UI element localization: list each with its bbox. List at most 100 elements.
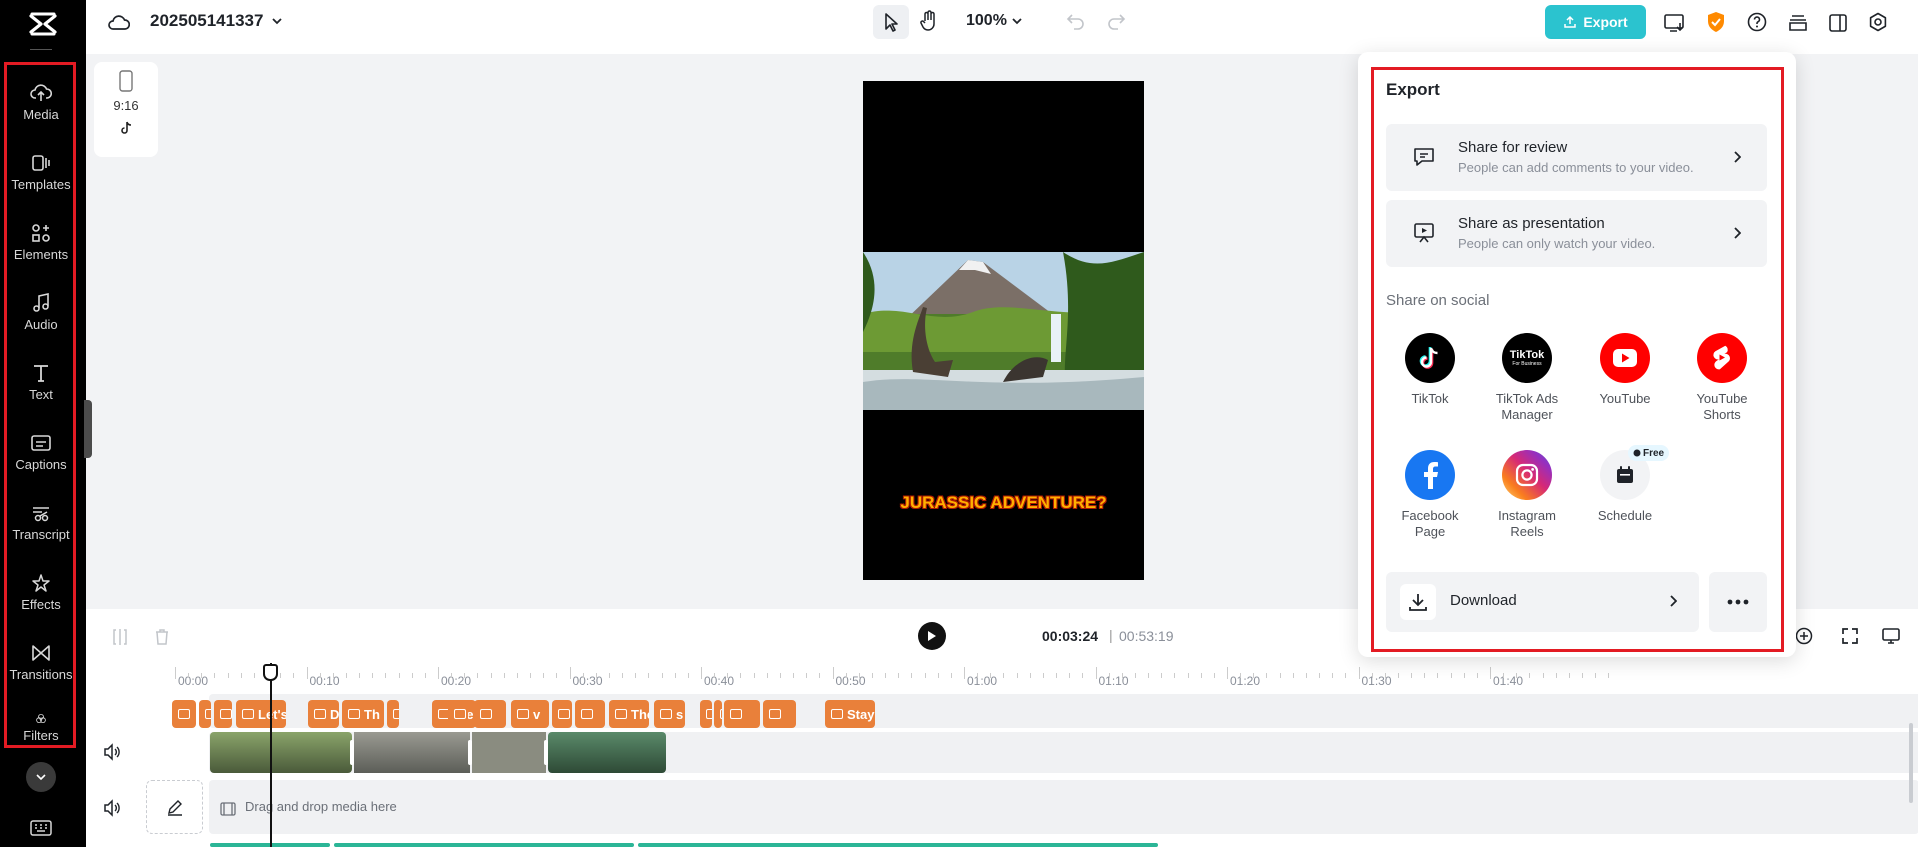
audio-track-volume-icon[interactable]	[102, 799, 122, 817]
export-button[interactable]: Export	[1545, 5, 1646, 39]
caption-clip-text: Let's	[258, 706, 286, 722]
redo-icon[interactable]	[1107, 12, 1127, 30]
help-icon[interactable]	[1747, 12, 1767, 32]
social-facebook-page[interactable]: Facebook Page	[1385, 450, 1475, 540]
ruler-tick	[1555, 673, 1557, 678]
cloud-icon[interactable]	[108, 13, 130, 33]
zoom-chevron-icon[interactable]	[1011, 17, 1023, 25]
playhead[interactable]	[270, 663, 272, 847]
caption-clip[interactable]: Stay	[825, 700, 875, 728]
youtube-icon	[1600, 333, 1650, 383]
tiktok-business-icon: TikTok For Business	[1502, 333, 1552, 383]
caption-clip[interactable]: Let's	[236, 700, 286, 728]
split-panel-icon[interactable]	[1828, 13, 1848, 33]
ruler-tick	[885, 673, 887, 678]
caption-clip[interactable]	[763, 700, 796, 728]
caption-clip[interactable]: v	[511, 700, 549, 728]
caption-clip[interactable]	[575, 700, 605, 728]
caption-clip-icon	[220, 709, 232, 719]
ruler-tick	[950, 673, 952, 678]
timeline-ruler[interactable]: 00:00 00:10 00:20 00:30 00:40 00:50 01:00 01:10…	[86, 663, 1918, 691]
media-drop-zone[interactable]	[209, 780, 1918, 834]
layers-icon[interactable]	[1787, 13, 1809, 33]
caption-clip[interactable]	[214, 700, 232, 728]
download-option[interactable]: Download	[1386, 572, 1699, 632]
cursor-icon	[885, 13, 898, 32]
ruler-label: 00:40	[704, 674, 735, 688]
caption-clip[interactable]: Did	[308, 700, 339, 728]
aspect-ratio-selector[interactable]: 9:16	[94, 62, 158, 157]
ruler-tick	[201, 673, 203, 678]
social-youtube[interactable]: YouTube	[1580, 333, 1670, 407]
caption-clip[interactable]	[448, 700, 468, 728]
keyboard-icon[interactable]	[30, 820, 52, 836]
zoom-level[interactable]: 100%	[966, 12, 1007, 30]
social-tiktok-ads-manager[interactable]: TikTok For Business TikTok Ads Manager	[1482, 333, 1572, 423]
rail-collapse-handle[interactable]	[84, 400, 92, 458]
ruler-tick	[188, 673, 190, 678]
ruler-label: 01:40	[1493, 674, 1524, 688]
ruler-tick	[1608, 673, 1610, 678]
share-as-presentation-option[interactable]: Share as presentation People can only wa…	[1386, 200, 1767, 267]
caption-clip[interactable]	[172, 700, 196, 728]
caption-clip[interactable]	[724, 700, 760, 728]
social-instagram-reels[interactable]: Instagram Reels	[1482, 450, 1572, 540]
video-clip-strip[interactable]	[210, 732, 666, 773]
play-button[interactable]	[918, 622, 946, 650]
fullscreen-icon[interactable]	[1841, 627, 1859, 645]
share-for-review-option[interactable]: Share for review People can add comments…	[1386, 124, 1767, 191]
rail-expand-button[interactable]	[26, 762, 56, 792]
caption-clip-icon	[558, 709, 570, 719]
settings-gear-icon[interactable]	[1868, 12, 1888, 32]
project-name[interactable]: 202505141337	[150, 11, 263, 31]
caption-clip[interactable]: Th	[342, 700, 384, 728]
playhead-handle[interactable]	[263, 664, 278, 681]
timeline-vertical-scrollbar[interactable]	[1909, 723, 1913, 803]
caption-clip-icon	[393, 709, 399, 719]
caption-clip[interactable]	[552, 700, 572, 728]
undo-icon[interactable]	[1065, 12, 1085, 30]
hand-tool-icon[interactable]	[919, 10, 939, 32]
social-schedule[interactable]: Schedule	[1580, 450, 1670, 524]
caption-clip[interactable]: The	[609, 700, 649, 728]
caption-clip[interactable]	[199, 700, 211, 728]
preview-settings-icon[interactable]	[1881, 627, 1901, 645]
ruler-tick	[648, 673, 650, 678]
timeline[interactable]: 00:00 00:10 00:20 00:30 00:40 00:50 01:00 01:10…	[86, 663, 1918, 847]
audio-clip[interactable]	[334, 843, 634, 847]
shield-icon[interactable]	[1706, 11, 1726, 33]
video-preview[interactable]: JURASSIC ADVENTURE?	[863, 81, 1144, 580]
timeline-add-icon[interactable]	[1795, 627, 1813, 645]
caption-clip[interactable]: n	[714, 700, 722, 728]
ruler-tick	[964, 667, 965, 679]
social-youtube-shorts[interactable]: YouTube Shorts	[1677, 333, 1767, 423]
select-tool-button[interactable]	[873, 5, 909, 39]
tiktok-icon	[1405, 333, 1455, 383]
ruler-tick	[516, 673, 518, 678]
audio-clip[interactable]	[638, 843, 1158, 847]
cover-edit-button[interactable]	[146, 780, 203, 834]
caption-clip[interactable]	[700, 700, 712, 728]
ruler-tick	[503, 673, 505, 678]
sparkle-icon	[1633, 449, 1641, 457]
ruler-label: 01:30	[1361, 674, 1392, 688]
ruler-tick	[1305, 673, 1307, 678]
tiktok-small-icon	[121, 121, 132, 134]
more-options-button[interactable]	[1709, 572, 1767, 632]
caption-clip[interactable]	[474, 700, 506, 728]
share-review-subtitle: People can add comments to your video.	[1458, 160, 1694, 175]
monitor-download-icon[interactable]	[1664, 13, 1686, 33]
track-volume-icon[interactable]	[102, 743, 122, 761]
social-tiktok[interactable]: TikTok	[1385, 333, 1475, 407]
ruler-tick	[319, 673, 321, 678]
split-icon[interactable]	[112, 628, 128, 646]
ruler-tick	[1450, 673, 1452, 678]
social-label: TikTok	[1411, 391, 1449, 406]
ruler-tick	[1411, 673, 1413, 678]
delete-icon[interactable]	[154, 628, 170, 646]
caption-clip[interactable]	[387, 700, 399, 728]
capcut-logo-icon[interactable]	[27, 8, 59, 40]
project-menu-chevron-icon[interactable]	[271, 17, 283, 25]
ruler-tick	[1279, 673, 1281, 678]
caption-clip[interactable]: s	[654, 700, 685, 728]
